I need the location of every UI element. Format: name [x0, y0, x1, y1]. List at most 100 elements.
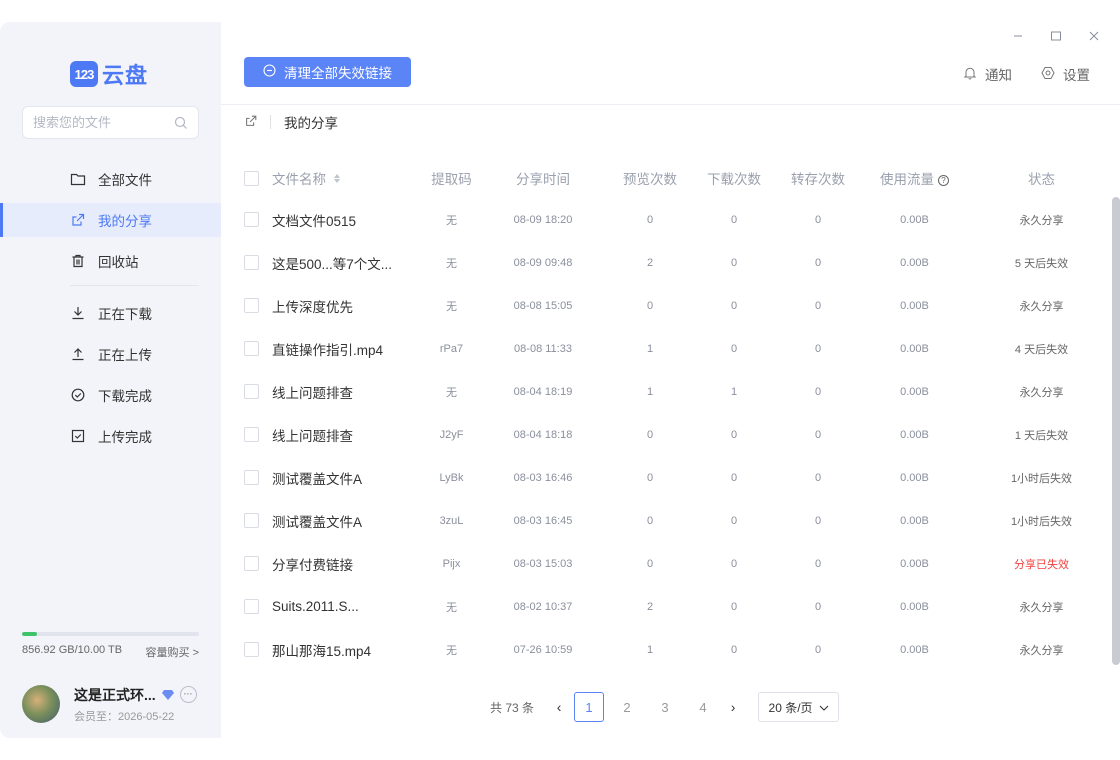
clean-invalid-links-button[interactable]: 清理全部失效链接 — [244, 57, 411, 87]
preview-count: 2 — [646, 600, 654, 613]
row-checkbox[interactable] — [244, 470, 259, 485]
close-icon[interactable] — [1086, 28, 1102, 44]
file-name[interactable]: 测试覆盖文件A — [267, 468, 425, 488]
file-name[interactable]: Suits.2011.S... — [267, 599, 425, 614]
storage-bar — [22, 632, 199, 636]
file-name[interactable]: 上传深度优先 — [267, 296, 425, 316]
maximize-icon[interactable] — [1048, 28, 1064, 44]
file-name[interactable]: 分享付费链接 — [267, 554, 425, 574]
upload-icon — [70, 346, 86, 362]
search-box[interactable] — [22, 106, 199, 139]
table-row[interactable]: 这是500...等7个文... 无 08-09 09:48 2 0 0 0.00B 5 天后失… — [221, 241, 1111, 284]
scrollbar[interactable] — [1112, 197, 1120, 665]
table-row[interactable]: Suits.2011.S... 无 08-02 10:37 2 0 0 0.00B 永久分享 — [221, 585, 1111, 628]
extract-code: J2yF — [439, 428, 464, 441]
table-row[interactable]: 测试覆盖文件A LyBk 08-03 16:46 0 0 0 0.00B 1小时后失效 — [221, 456, 1111, 499]
storage-fill — [22, 632, 38, 636]
table-row[interactable]: 直链操作指引.mp4 rPa7 08-08 11:33 1 0 0 0.00B 4 天后失效 — [221, 327, 1111, 370]
header-time: 分享时间 — [516, 172, 570, 187]
logo-mark: 123 — [70, 61, 98, 87]
sidebar-item-all-files[interactable]: 全部文件 — [0, 162, 221, 196]
settings-button[interactable]: 设置 — [1041, 64, 1090, 84]
minus-circle-icon — [263, 64, 276, 80]
share-icon — [244, 114, 258, 131]
row-checkbox[interactable] — [244, 513, 259, 528]
pagination: 共 73 条 ‹ 1234 › 20 条/页 — [490, 692, 840, 722]
traffic-used: 0.00B — [900, 256, 929, 269]
main-panel: 清理全部失效链接 通知 设置 我的分享 文件名称 提取码 分享时间 预览次数 下… — [221, 22, 1120, 738]
file-name[interactable]: 直链操作指引.mp4 — [267, 339, 425, 359]
row-checkbox[interactable] — [244, 212, 259, 227]
avatar[interactable] — [22, 685, 60, 723]
save-count: 0 — [814, 385, 822, 398]
share-time: 07-26 10:59 — [513, 643, 573, 656]
table-row[interactable]: 线上问题排查 J2yF 08-04 18:18 0 0 0 0.00B 1 天后失效 — [221, 413, 1111, 456]
sidebar-item-my-share[interactable]: 我的分享 — [0, 203, 221, 237]
page-number[interactable]: 3 — [650, 692, 680, 722]
share-time: 08-08 15:05 — [513, 299, 573, 312]
sidebar-item-uploading[interactable]: 正在上传 — [0, 337, 221, 371]
page-number[interactable]: 2 — [612, 692, 642, 722]
user-card[interactable]: 这是正式环... ··· 会员至：2026-05-22 — [22, 684, 199, 724]
table-row[interactable]: 线上问题排查 无 08-04 18:19 1 1 0 0.00B 永久分享 — [221, 370, 1111, 413]
row-checkbox[interactable] — [244, 599, 259, 614]
download-icon — [70, 305, 86, 321]
sidebar-item-downloading[interactable]: 正在下载 — [0, 296, 221, 330]
download-count: 0 — [730, 428, 738, 441]
preview-count: 0 — [646, 428, 654, 441]
sidebar-item-download-complete[interactable]: 下载完成 — [0, 378, 221, 412]
share-time: 08-02 10:37 — [513, 600, 573, 613]
notify-button[interactable]: 通知 — [963, 64, 1012, 84]
file-name[interactable]: 测试覆盖文件A — [267, 511, 425, 531]
row-checkbox-cell — [244, 298, 267, 313]
row-checkbox[interactable] — [244, 556, 259, 571]
table-row[interactable]: 上传深度优先 无 08-08 15:05 0 0 0 0.00B 永久分享 — [221, 284, 1111, 327]
sidebar-item-upload-complete[interactable]: 上传完成 — [0, 419, 221, 453]
breadcrumb-separator — [270, 115, 271, 129]
table-row[interactable]: 文档文件0515 无 08-09 18:20 0 0 0 0.00B 永久分享 — [221, 198, 1111, 241]
row-checkbox[interactable] — [244, 255, 259, 270]
sidebar-item-label: 上传完成 — [98, 430, 152, 445]
extract-code: 无 — [446, 257, 457, 270]
download-count: 0 — [730, 342, 738, 355]
file-name[interactable]: 这是500...等7个文... — [267, 253, 425, 273]
row-checkbox[interactable] — [244, 341, 259, 356]
search-input[interactable] — [33, 115, 174, 130]
row-checkbox[interactable] — [244, 384, 259, 399]
prev-page-icon[interactable]: ‹ — [548, 699, 570, 715]
help-icon[interactable]: ? — [938, 174, 949, 186]
page-size-select[interactable]: 20 条/页 — [758, 692, 840, 722]
file-name[interactable]: 那山那海15.mp4 — [267, 640, 425, 660]
page-number[interactable]: 4 — [688, 692, 718, 722]
header-download: 下载次数 — [707, 172, 761, 187]
header-code: 提取码 — [431, 172, 472, 187]
table-row[interactable]: 那山那海15.mp4 无 07-26 10:59 1 0 0 0.00B 永久分享 — [221, 628, 1111, 671]
file-name[interactable]: 文档文件0515 — [267, 210, 425, 230]
file-name[interactable]: 线上问题排查 — [267, 425, 425, 445]
minimize-icon[interactable] — [1010, 28, 1026, 44]
row-checkbox[interactable] — [244, 298, 259, 313]
row-checkbox[interactable] — [244, 642, 259, 657]
sidebar-nav: 全部文件 我的分享 回收站 正在下载 正在上传 下载完成 上传完成 — [0, 162, 221, 460]
buy-capacity-link[interactable]: 容量购买 > — [146, 644, 199, 660]
sidebar-item-recycle-bin[interactable]: 回收站 — [0, 244, 221, 278]
next-page-icon[interactable]: › — [722, 699, 744, 715]
breadcrumb-current: 我的分享 — [284, 116, 338, 131]
sort-icon[interactable] — [334, 173, 340, 183]
page-size-label: 20 条/页 — [768, 700, 813, 715]
check-square-icon — [70, 428, 86, 444]
select-all-checkbox[interactable] — [244, 170, 259, 186]
sidebar-item-label: 全部文件 — [98, 173, 152, 188]
header-name[interactable]: 文件名称 — [267, 168, 425, 188]
table-row[interactable]: 分享付费链接 Pijx 08-03 15:03 0 0 0 0.00B 分享已失效 — [221, 542, 1111, 585]
more-icon[interactable]: ··· — [179, 686, 197, 703]
save-count: 0 — [814, 600, 822, 613]
download-count: 1 — [730, 385, 738, 398]
file-name[interactable]: 线上问题排查 — [267, 382, 425, 402]
notify-label: 通知 — [985, 68, 1012, 83]
page-number[interactable]: 1 — [574, 692, 605, 722]
table-row[interactable]: 测试覆盖文件A 3zuL 08-03 16:45 0 0 0 0.00B 1小时后失效 — [221, 499, 1111, 542]
storage-used-text: 856.92 GB/10.00 TB — [22, 644, 123, 656]
row-checkbox[interactable] — [244, 427, 259, 442]
search-icon[interactable] — [174, 116, 188, 130]
